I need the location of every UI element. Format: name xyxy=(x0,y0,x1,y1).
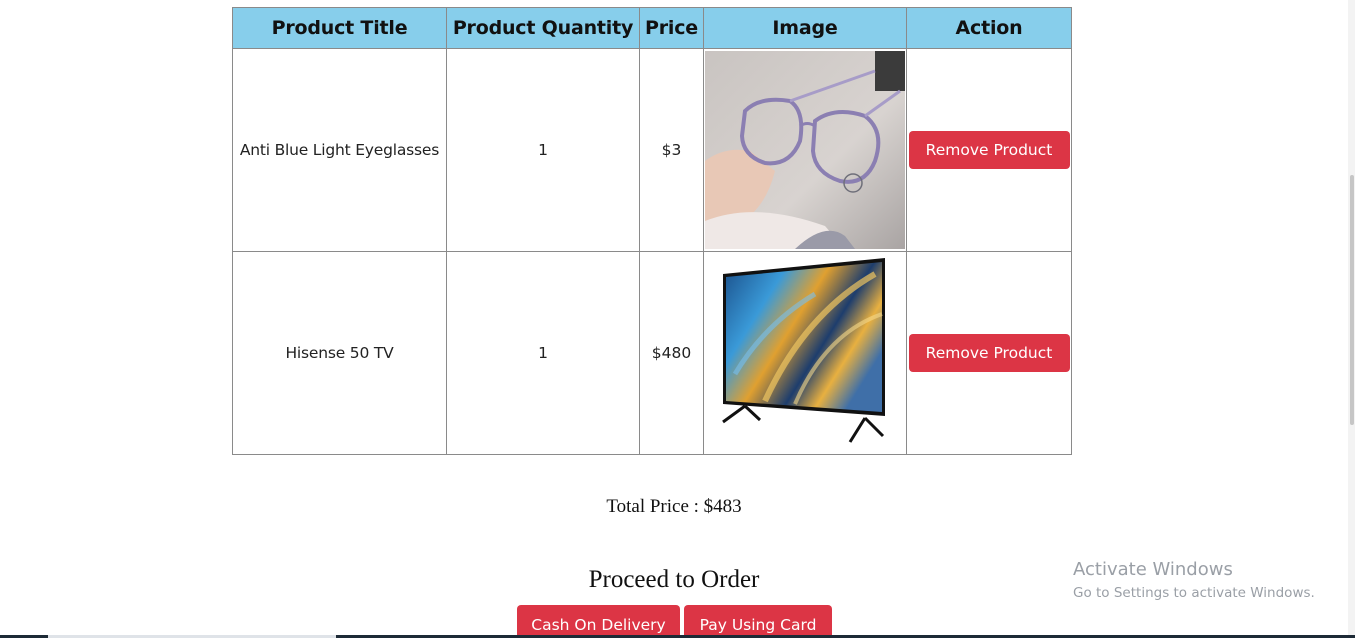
product-quantity: 1 xyxy=(446,48,640,252)
table-row: Anti Blue Light Eyeglasses 1 $3 Remove P… xyxy=(232,48,1072,252)
header-image: Image xyxy=(703,7,907,49)
total-price: Total Price : $483 xyxy=(606,496,742,517)
vertical-scrollbar[interactable] xyxy=(1348,0,1355,638)
cart-table: Product Title Product Quantity Price Ima… xyxy=(232,7,1072,455)
pay-using-card-button[interactable]: Pay Using Card xyxy=(684,605,832,638)
watermark-title: Activate Windows xyxy=(1073,559,1233,580)
product-image-cell xyxy=(703,48,907,252)
product-quantity: 1 xyxy=(446,251,640,455)
header-product-title: Product Title xyxy=(232,7,447,49)
product-price: $480 xyxy=(639,251,704,455)
product-title: Anti Blue Light Eyeglasses xyxy=(232,48,447,252)
activate-windows-watermark: Activate Windows Go to Settings to activ… xyxy=(1073,559,1315,605)
table-row: Hisense 50 TV 1 $480 Remove Product xyxy=(232,251,1072,455)
scrollbar-thumb[interactable] xyxy=(1350,175,1354,425)
watermark-subtitle: Go to Settings to activate Windows. xyxy=(1073,585,1315,601)
cash-on-delivery-button[interactable]: Cash On Delivery xyxy=(517,605,680,638)
product-image-cell xyxy=(703,251,907,455)
product-price: $3 xyxy=(639,48,704,252)
product-title: Hisense 50 TV xyxy=(232,251,447,455)
header-action: Action xyxy=(906,7,1072,49)
product-action-cell: Remove Product xyxy=(906,251,1072,455)
header-product-quantity: Product Quantity xyxy=(446,7,640,49)
remove-product-button[interactable]: Remove Product xyxy=(908,334,1070,372)
television-image xyxy=(705,254,905,452)
remove-product-button[interactable]: Remove Product xyxy=(908,131,1070,169)
header-price: Price xyxy=(639,7,704,49)
eyeglasses-image xyxy=(705,51,905,249)
product-action-cell: Remove Product xyxy=(906,48,1072,252)
table-header-row: Product Title Product Quantity Price Ima… xyxy=(232,7,1072,49)
